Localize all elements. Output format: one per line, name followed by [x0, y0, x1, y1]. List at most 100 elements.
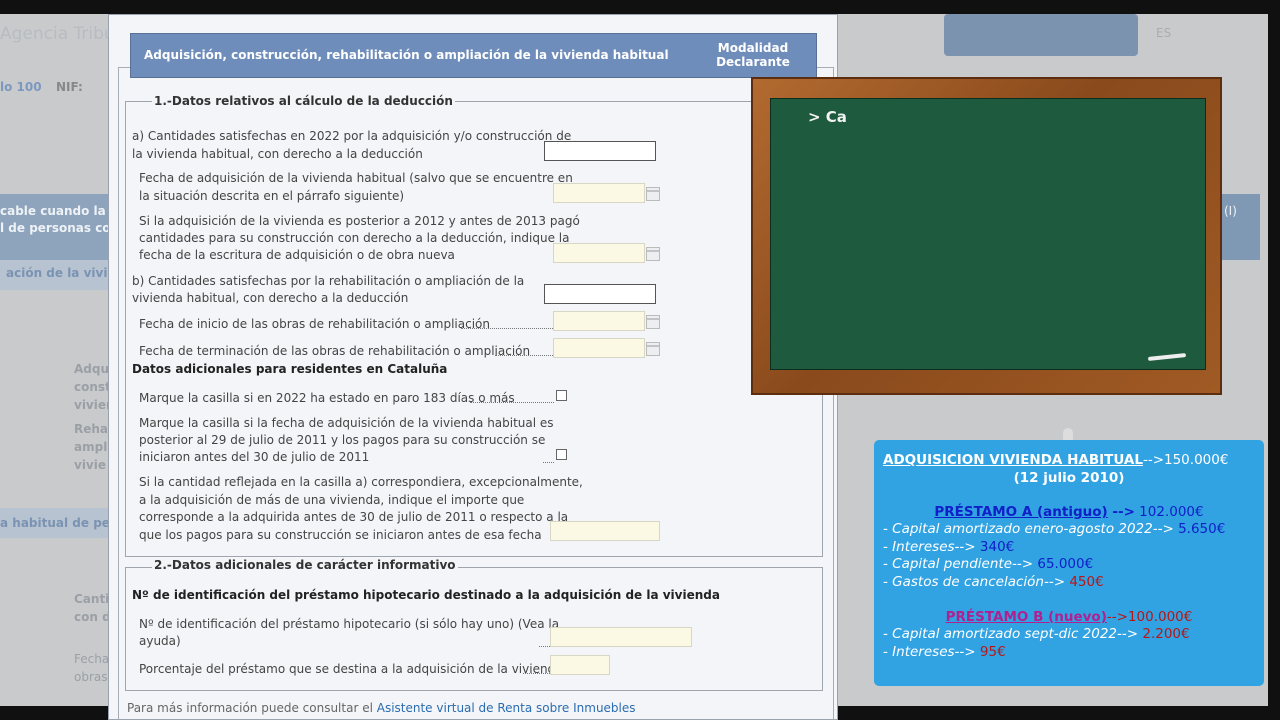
chalkboard-surface: > Ca — [770, 98, 1206, 370]
calendar-icon[interactable] — [646, 342, 660, 356]
a-row: - Capital amortizado enero-agosto 2022--… — [883, 521, 1225, 537]
fecha-adquisicion-input[interactable] — [553, 183, 645, 203]
bg-fragment: l de personas con — [0, 221, 120, 235]
fecha-adquisicion-label: la situación descrita en el párrafo sigu… — [139, 189, 405, 203]
modelo-label: lo 100 — [0, 80, 42, 94]
prestamo-a-value: 102.000€ — [1134, 504, 1204, 520]
field-a-label: la vivienda habitual, con derecho a la d… — [132, 147, 423, 161]
chalkboard: > Ca — [751, 77, 1222, 395]
bg-fragment: Fecha — [74, 652, 110, 666]
posterior-2012-label: cantidades para su construcción con dere… — [139, 231, 570, 245]
leader-dots — [470, 402, 554, 403]
fecha-inicio-label: Fecha de inicio de las obras de rehabili… — [139, 317, 490, 331]
calendar-icon[interactable] — [646, 247, 660, 261]
prestamo-heading: Nº de identificación del préstamo hipote… — [132, 588, 720, 602]
a-row-label: - Capital pendiente--> — [883, 556, 1034, 572]
bg-fragment: (I) — [1224, 204, 1237, 218]
calendar-icon[interactable] — [646, 187, 660, 201]
prestamo-b-row: PRÉSTAMO B (nuevo)-->100.000€ — [874, 609, 1264, 625]
fecha-julio-label: iniciaron antes del 30 de julio de 2011 — [139, 450, 370, 464]
fecha-fin-input[interactable] — [553, 338, 645, 358]
modalidad-column-header: Modalidad Declarante — [703, 41, 803, 69]
bg-fragment: vivie — [74, 458, 107, 472]
bg-fragment: ampli — [74, 440, 112, 454]
leader-dots — [543, 462, 554, 463]
deduction-modal: Adquisición, construcción, rehabilitació… — [108, 14, 838, 720]
prestamo-b-value: -->100.000€ — [1106, 609, 1193, 625]
fecha-julio-label: Marque la casilla si la fecha de adquisi… — [139, 416, 554, 430]
prestamo-a-arrow: --> — [1107, 504, 1135, 520]
prestamo-id-input[interactable] — [550, 627, 692, 647]
prestamo-a-title: PRÉSTAMO A (antiguo) — [934, 504, 1108, 520]
a-row-label: - Intereses--> — [883, 539, 976, 555]
excepcional-label: corresponde a la adquirida antes de 30 d… — [139, 510, 569, 524]
leader-dots — [539, 646, 550, 647]
a-row-label: - Capital amortizado enero-agosto 2022--… — [883, 521, 1174, 537]
leader-dots — [523, 673, 550, 674]
modal-title: Adquisición, construcción, rehabilitació… — [144, 48, 669, 62]
section-1-legend: 1.-Datos relativos al cálculo de la dedu… — [152, 94, 455, 108]
excepcional-label: a la adquisición de más de una vivienda,… — [139, 493, 525, 507]
calendar-icon[interactable] — [646, 315, 660, 329]
info-card: ADQUISICION VIVIENDA HABITUAL-->150.000€… — [874, 440, 1264, 686]
b-row-value: 95€ — [975, 644, 1006, 660]
fecha-julio-label: posterior al 29 de julio de 2011 y los p… — [139, 433, 546, 447]
paro-label: Marque la casilla si en 2022 ha estado e… — [139, 391, 515, 405]
excepcional-label: Si la cantidad reflejada en la casilla a… — [139, 475, 583, 489]
a-row-value: 5.650€ — [1173, 521, 1226, 537]
cantidades-rehabilitacion-input[interactable] — [544, 284, 656, 304]
nif-label: NIF: — [56, 80, 83, 94]
prestamo-id-label: ayuda) — [139, 634, 181, 648]
asistente-link[interactable]: Asistente virtual de Renta sobre Inmuebl… — [377, 701, 636, 715]
a-row: - Gastos de cancelación--> 450€ — [883, 574, 1104, 590]
column-line-1: Modalidad — [717, 41, 789, 55]
language-selector[interactable]: ES — [1156, 26, 1171, 40]
card-title-value: -->150.000€ — [1142, 452, 1229, 468]
field-b-label: vivienda habitual, con derecho a la dedu… — [132, 291, 409, 305]
chalkboard-text: > Ca — [808, 108, 847, 126]
agency-name: Agencia Tribut — [0, 24, 122, 44]
a-row-value: 65.000€ — [1033, 556, 1094, 572]
posterior-2012-label: Si la adquisición de la vivienda es post… — [139, 214, 580, 228]
a-row: - Intereses--> 340€ — [883, 539, 1014, 555]
user-menu-button[interactable] — [944, 14, 1138, 56]
a-row-value: 450€ — [1065, 574, 1104, 590]
fecha-escritura-input[interactable] — [553, 243, 645, 263]
card-date: (12 julio 2010) — [1013, 470, 1125, 486]
excepcional-label: que los pagos para su construcción se in… — [139, 528, 542, 542]
column-line-2: Declarante — [716, 55, 790, 69]
section-2-legend: 2.-Datos adicionales de carácter informa… — [152, 558, 458, 572]
fecha-julio-checkbox[interactable] — [556, 449, 567, 460]
b-row-label: - Intereses--> — [883, 644, 976, 660]
b-row: - Intereses--> 95€ — [883, 644, 1006, 660]
a-row-label: - Gastos de cancelación--> — [883, 574, 1066, 590]
card-title-row: ADQUISICION VIVIENDA HABITUAL-->150.000€ — [883, 452, 1228, 468]
leader-dots — [495, 355, 553, 356]
porcentaje-label: Porcentaje del préstamo que se destina a… — [139, 662, 563, 676]
importe-excepcional-input[interactable] — [550, 521, 660, 541]
b-row-value: 2.200€ — [1138, 626, 1190, 642]
fecha-fin-label: Fecha de terminación de las obras de reh… — [139, 344, 531, 358]
footer-text: Para más información puede consultar el — [127, 701, 377, 715]
fecha-adquisicion-label: Fecha de adquisición de la vivienda habi… — [139, 171, 573, 185]
prestamo-b-title: PRÉSTAMO B (nuevo) — [945, 609, 1107, 625]
card-title: ADQUISICION VIVIENDA HABITUAL — [883, 452, 1143, 468]
porcentaje-input[interactable] — [550, 655, 610, 675]
field-b-label: b) Cantidades satisfechas por la rehabil… — [132, 274, 525, 288]
modal-header: Adquisición, construcción, rehabilitació… — [130, 33, 817, 78]
a-row-value: 340€ — [975, 539, 1015, 555]
paro-checkbox[interactable] — [556, 390, 567, 401]
b-row-label: - Capital amortizado sept-dic 2022--> — [883, 626, 1139, 642]
a-row: - Capital pendiente--> 65.000€ — [883, 556, 1093, 572]
field-a-label: a) Cantidades satisfechas en 2022 por la… — [132, 129, 572, 143]
prestamo-a-row: PRÉSTAMO A (antiguo) --> 102.000€ — [874, 504, 1264, 520]
posterior-2012-label: fecha de la escritura de adquisición o d… — [139, 248, 455, 262]
bg-fragment: obras — [74, 670, 108, 684]
b-row: - Capital amortizado sept-dic 2022--> 2.… — [883, 626, 1190, 642]
footer-note: Para más información puede consultar el … — [127, 701, 636, 715]
fecha-inicio-input[interactable] — [553, 311, 645, 331]
leader-dots — [461, 328, 553, 329]
prestamo-id-label: Nº de identificación del préstamo hipote… — [139, 617, 560, 631]
cataluna-heading: Datos adicionales para residentes en Cat… — [132, 362, 448, 376]
cantidades-adquisicion-input[interactable] — [544, 141, 656, 161]
